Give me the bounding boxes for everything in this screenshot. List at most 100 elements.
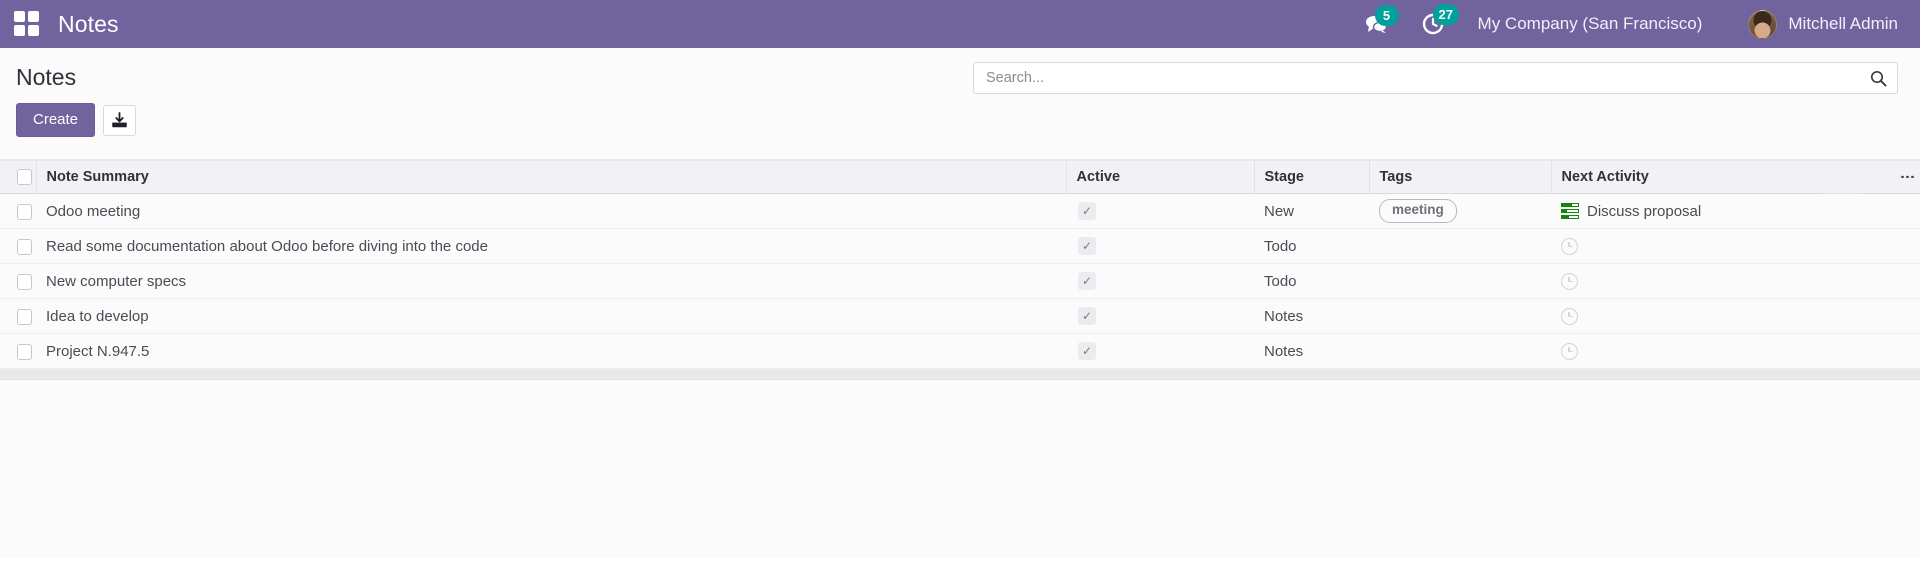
select-all-header bbox=[0, 160, 36, 194]
search-area bbox=[973, 62, 1898, 94]
row-select-cell bbox=[0, 333, 36, 369]
table-body: Odoo meeting ✓ New meeting Discuss propo… bbox=[0, 193, 1920, 369]
cell-tags[interactable]: meeting bbox=[1369, 193, 1551, 229]
search-box[interactable] bbox=[973, 62, 1898, 94]
select-all-checkbox[interactable] bbox=[17, 169, 32, 186]
search-input[interactable] bbox=[984, 69, 1864, 87]
column-header-tags[interactable]: Tags bbox=[1368, 160, 1551, 194]
cell-note-summary[interactable]: Odoo meeting bbox=[36, 193, 1066, 229]
apps-grid-cell bbox=[28, 25, 39, 36]
control-panel: Notes Create bbox=[0, 48, 1920, 194]
avatar bbox=[1748, 9, 1778, 39]
next-activity-label: Discuss proposal bbox=[1587, 202, 1702, 220]
column-header-active[interactable]: Active bbox=[1065, 160, 1254, 194]
active-checkmark-icon: ✓ bbox=[1078, 272, 1096, 290]
active-checkmark-icon: ✓ bbox=[1078, 307, 1096, 325]
messages-menu[interactable]: 5 bbox=[1364, 5, 1399, 34]
company-switcher[interactable]: My Company (San Francisco) bbox=[1478, 14, 1703, 34]
search-icon[interactable] bbox=[1864, 70, 1887, 87]
control-panel-bottom-row: Create bbox=[0, 94, 1920, 138]
control-panel-top-row: Notes bbox=[0, 48, 1920, 94]
notes-table: Note Summary Active Stage Tags Next Acti… bbox=[0, 160, 1920, 369]
row-select-cell bbox=[0, 263, 36, 299]
table-row[interactable]: Odoo meeting ✓ New meeting Discuss propo… bbox=[0, 193, 1920, 229]
column-header-note-summary[interactable]: Note Summary bbox=[35, 160, 1066, 194]
activity-green-icon bbox=[1561, 203, 1579, 219]
cell-tags[interactable] bbox=[1369, 263, 1551, 299]
cell-stage[interactable]: New bbox=[1254, 193, 1369, 229]
cell-note-summary[interactable]: Project N.947.5 bbox=[36, 333, 1066, 369]
cell-stage[interactable]: Todo bbox=[1254, 263, 1369, 299]
apps-grid-cell bbox=[14, 25, 25, 36]
clock-empty-icon[interactable] bbox=[1561, 237, 1578, 255]
cell-active[interactable]: ✓ bbox=[1066, 333, 1254, 369]
cell-next-activity[interactable]: Discuss proposal bbox=[1551, 193, 1920, 229]
row-checkbox[interactable] bbox=[17, 203, 32, 220]
column-header-stage[interactable]: Stage bbox=[1253, 160, 1369, 194]
import-button[interactable] bbox=[103, 104, 137, 136]
cell-tags[interactable] bbox=[1369, 228, 1551, 264]
cell-note-summary[interactable]: Idea to develop bbox=[36, 298, 1066, 334]
cell-stage[interactable]: Notes bbox=[1254, 333, 1369, 369]
cell-next-activity[interactable] bbox=[1551, 333, 1920, 369]
cell-next-activity[interactable] bbox=[1551, 263, 1920, 299]
clock-empty-icon[interactable] bbox=[1561, 272, 1578, 290]
next-activity-content bbox=[1561, 342, 1910, 360]
active-checkmark-icon: ✓ bbox=[1078, 237, 1096, 255]
apps-grid-cell bbox=[14, 11, 25, 22]
top-navbar: Notes 5 27 My Company (San Francisco) Mi… bbox=[0, 0, 1920, 48]
table-row[interactable]: Read some documentation about Odoo befor… bbox=[0, 228, 1920, 264]
table-row[interactable]: Idea to develop ✓ Notes bbox=[0, 298, 1920, 334]
table-footer-band bbox=[0, 369, 1920, 380]
active-checkmark-icon: ✓ bbox=[1078, 202, 1096, 220]
page-empty-area bbox=[0, 380, 1920, 558]
row-checkbox[interactable] bbox=[17, 343, 32, 360]
row-checkbox[interactable] bbox=[17, 308, 32, 325]
clock-empty-icon[interactable] bbox=[1561, 307, 1578, 325]
row-checkbox[interactable] bbox=[17, 238, 32, 255]
activities-count-badge: 27 bbox=[1432, 4, 1460, 25]
list-view: Note Summary Active Stage Tags Next Acti… bbox=[0, 160, 1920, 558]
messages-count-badge: 5 bbox=[1374, 5, 1399, 26]
cell-tags[interactable] bbox=[1369, 298, 1551, 334]
table-header-row: Note Summary Active Stage Tags Next Acti… bbox=[0, 160, 1920, 194]
row-select-cell bbox=[0, 298, 36, 334]
import-download-icon bbox=[112, 111, 127, 127]
cell-active[interactable]: ✓ bbox=[1066, 263, 1254, 299]
page-title: Notes bbox=[16, 64, 77, 90]
column-header-next-activity-label: Next Activity bbox=[1561, 169, 1649, 185]
vertical-dots-icon[interactable]: ⋮ bbox=[1899, 170, 1916, 185]
next-activity-content: Discuss proposal bbox=[1561, 203, 1910, 220]
row-select-cell bbox=[0, 193, 36, 229]
user-name-label: Mitchell Admin bbox=[1788, 14, 1898, 33]
active-checkmark-icon: ✓ bbox=[1078, 342, 1096, 360]
row-checkbox[interactable] bbox=[17, 273, 32, 290]
create-button[interactable]: Create bbox=[16, 103, 96, 138]
column-header-next-activity[interactable]: Next Activity ⋮ bbox=[1550, 160, 1920, 194]
cell-active[interactable]: ✓ bbox=[1066, 193, 1254, 229]
navbar-right-group: 5 27 My Company (San Francisco) Mitchell… bbox=[1364, 4, 1898, 39]
apps-grid-icon[interactable] bbox=[14, 11, 40, 37]
cell-note-summary[interactable]: Read some documentation about Odoo befor… bbox=[36, 228, 1066, 264]
tag-pill: meeting bbox=[1379, 199, 1457, 223]
cell-tags[interactable] bbox=[1369, 333, 1551, 369]
next-activity-content bbox=[1561, 307, 1910, 325]
cell-stage[interactable]: Notes bbox=[1254, 298, 1369, 334]
next-activity-content bbox=[1561, 272, 1910, 290]
cell-active[interactable]: ✓ bbox=[1066, 228, 1254, 264]
apps-grid-cell bbox=[28, 11, 39, 22]
table-header: Note Summary Active Stage Tags Next Acti… bbox=[0, 160, 1920, 194]
table-row[interactable]: New computer specs ✓ Todo bbox=[0, 263, 1920, 299]
next-activity-content bbox=[1561, 237, 1910, 255]
cell-note-summary[interactable]: New computer specs bbox=[36, 263, 1066, 299]
app-brand-title[interactable]: Notes bbox=[58, 11, 119, 38]
cell-next-activity[interactable] bbox=[1551, 228, 1920, 264]
cell-active[interactable]: ✓ bbox=[1066, 298, 1254, 334]
table-row[interactable]: Project N.947.5 ✓ Notes bbox=[0, 333, 1920, 369]
clock-empty-icon[interactable] bbox=[1561, 342, 1578, 360]
cell-stage[interactable]: Todo bbox=[1254, 228, 1369, 264]
cell-next-activity[interactable] bbox=[1551, 298, 1920, 334]
activities-menu[interactable]: 27 bbox=[1422, 4, 1460, 35]
user-menu[interactable]: Mitchell Admin bbox=[1748, 9, 1898, 39]
row-select-cell bbox=[0, 228, 36, 264]
